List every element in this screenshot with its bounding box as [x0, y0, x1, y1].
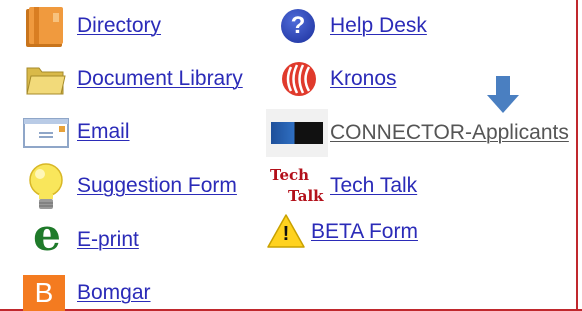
suggestion-form-link[interactable]: Suggestion Form — [77, 174, 237, 198]
bomgar-icon[interactable]: B — [23, 275, 65, 311]
directory-label: Directory — [77, 14, 162, 37]
bomgar-link[interactable]: Bomgar — [77, 281, 151, 305]
book-icon[interactable] — [23, 5, 67, 49]
kronos-label: Kronos — [330, 67, 397, 90]
directory-link[interactable]: Directory — [77, 14, 161, 38]
lightbulb-icon[interactable] — [26, 162, 66, 214]
eprint-label: E-print — [77, 228, 139, 251]
help-desk-label: Help Desk — [330, 14, 427, 37]
tech-talk-link[interactable]: Tech Talk — [330, 174, 417, 198]
connector-logo-icon[interactable] — [266, 109, 328, 157]
eprint-link[interactable]: E-print — [77, 228, 139, 252]
folder-icon[interactable] — [25, 62, 67, 98]
kronos-link[interactable]: Kronos — [330, 67, 397, 91]
warning-icon-glyph: ! — [282, 223, 290, 245]
help-icon[interactable]: ? — [281, 9, 315, 43]
tech-talk-icon[interactable]: Tech Talk — [270, 166, 326, 210]
beta-form-link[interactable]: BETA Form — [311, 220, 418, 244]
email-link[interactable]: Email — [77, 120, 130, 144]
tech-talk-icon-top: Tech — [270, 166, 310, 184]
suggestion-form-label: Suggestion Form — [77, 174, 237, 197]
warning-icon[interactable]: ! — [266, 213, 306, 249]
help-desk-link[interactable]: Help Desk — [330, 14, 427, 38]
kronos-icon[interactable] — [281, 61, 317, 97]
tech-talk-icon-bottom: Talk — [288, 187, 324, 205]
email-label: Email — [77, 120, 130, 143]
tech-talk-label: Tech Talk — [330, 174, 418, 197]
envelope-icon[interactable] — [23, 117, 69, 149]
help-icon-glyph: ? — [290, 12, 306, 39]
document-library-link[interactable]: Document Library — [77, 67, 243, 91]
frame-border-right — [576, 0, 578, 311]
eprint-icon[interactable]: e — [30, 214, 64, 258]
connector-applicants-link[interactable]: CONNECTOR-Applicants — [330, 121, 569, 145]
arrow-down-icon — [487, 76, 519, 113]
beta-form-label: BETA Form — [311, 220, 418, 243]
bomgar-label: Bomgar — [77, 281, 151, 304]
connector-applicants-label: CONNECTOR-Applicants — [330, 121, 569, 144]
document-library-label: Document Library — [77, 67, 243, 90]
